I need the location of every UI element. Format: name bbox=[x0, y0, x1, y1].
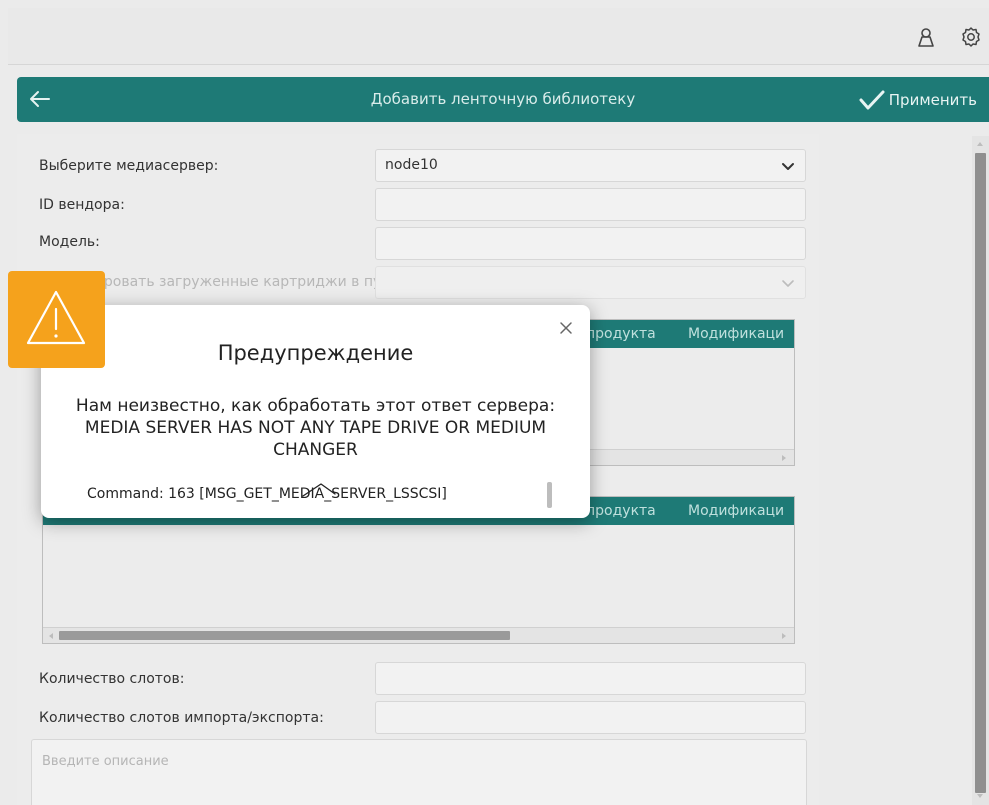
mediaserver-select[interactable]: node10 bbox=[375, 149, 806, 182]
warning-icon bbox=[26, 290, 86, 345]
user-icon[interactable] bbox=[915, 26, 937, 48]
model-input[interactable] bbox=[375, 227, 806, 260]
close-icon[interactable] bbox=[558, 320, 574, 336]
ie-slots-input[interactable] bbox=[375, 701, 806, 734]
chevron-down-icon bbox=[782, 163, 794, 170]
dialog-command: Command: 163 [MSG_GET_MEDIA_SERVER_LSSCS… bbox=[87, 486, 447, 502]
chevron-down-icon bbox=[782, 280, 794, 287]
description-placeholder: Введите описание bbox=[42, 754, 169, 769]
pool-select[interactable] bbox=[375, 266, 806, 299]
warning-badge bbox=[8, 271, 105, 368]
title-bar: Добавить ленточную библиотеку Применить bbox=[17, 77, 989, 122]
vendor-label: ID вендора: bbox=[39, 197, 125, 213]
scroll-left-icon[interactable] bbox=[46, 631, 56, 641]
column-header-modification[interactable]: Модификаци bbox=[688, 326, 784, 342]
warning-dialog: Предупреждение Нам неизвестно, как обраб… bbox=[41, 305, 590, 518]
mediaserver-label: Выберите медиасервер: bbox=[39, 158, 219, 174]
mouse-cursor-icon bbox=[302, 483, 336, 497]
dialog-title: Предупреждение bbox=[217, 341, 414, 365]
scroll-down-icon[interactable] bbox=[975, 791, 985, 801]
changers-hscroll-thumb[interactable] bbox=[59, 631, 510, 640]
page-vscroll-thumb[interactable] bbox=[975, 153, 986, 793]
description-textarea[interactable]: Введите описание bbox=[31, 739, 807, 805]
top-bar bbox=[8, 8, 989, 65]
slots-label: Количество слотов: bbox=[39, 671, 185, 687]
scroll-right-icon[interactable] bbox=[779, 453, 789, 463]
changers-table: продукта Модификаци bbox=[42, 496, 795, 644]
column-header-product[interactable]: продукта bbox=[586, 326, 656, 342]
ie-slots-label: Количество слотов импорта/экспорта: bbox=[39, 710, 324, 726]
dialog-scroll-thumb[interactable] bbox=[547, 482, 552, 508]
scroll-right-icon[interactable] bbox=[779, 631, 789, 641]
gear-icon[interactable] bbox=[960, 26, 982, 48]
column-header-product[interactable]: продукта bbox=[586, 503, 656, 519]
vendor-input[interactable] bbox=[375, 188, 806, 221]
scroll-up-icon[interactable] bbox=[975, 139, 985, 149]
dialog-message: Нам неизвестно, как обработать этот отве… bbox=[75, 396, 556, 460]
page-title: Добавить ленточную библиотеку bbox=[370, 90, 636, 108]
apply-label: Применить bbox=[888, 91, 977, 109]
column-header-modification[interactable]: Модификаци bbox=[688, 503, 784, 519]
slots-input[interactable] bbox=[375, 662, 806, 695]
page-vscroll[interactable] bbox=[972, 136, 989, 805]
changers-hscroll[interactable] bbox=[43, 627, 794, 643]
mediaserver-value: node10 bbox=[385, 157, 438, 173]
model-label: Модель: bbox=[39, 234, 100, 250]
apply-button[interactable]: Применить bbox=[859, 87, 977, 113]
checkmark-icon bbox=[859, 90, 885, 110]
